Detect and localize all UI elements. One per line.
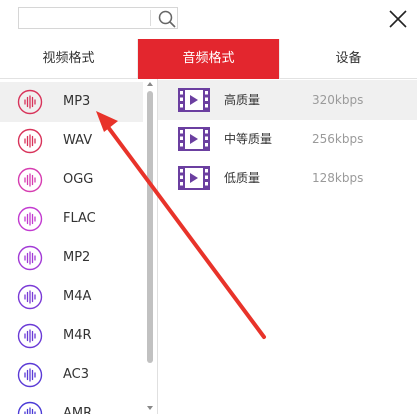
- format-label: MP2: [63, 250, 91, 265]
- scroll-up-arrow-icon[interactable]: [147, 82, 153, 86]
- format-label: OGG: [63, 172, 94, 187]
- audio-wave-icon: [17, 401, 43, 414]
- audio-wave-icon: [17, 167, 43, 193]
- scroll-down-arrow-icon[interactable]: [147, 406, 153, 410]
- audio-wave-icon: [17, 128, 43, 154]
- format-label: MP3: [63, 94, 91, 109]
- format-item-mp3[interactable]: MP3: [0, 82, 143, 122]
- audio-format-list: MP3 WAV OGG FLAC MP2 M4A M4R AC3 AMR: [0, 79, 158, 414]
- quality-item-2[interactable]: 低质量 128kbps: [158, 158, 417, 198]
- quality-item-1[interactable]: 中等质量 256kbps: [158, 119, 417, 159]
- audio-wave-icon: [17, 89, 43, 115]
- quality-item-0[interactable]: 高质量 320kbps: [158, 80, 417, 120]
- audio-wave-icon: [17, 245, 43, 271]
- tab-devices[interactable]: 设备: [279, 39, 417, 79]
- audio-wave-icon: [17, 284, 43, 310]
- tab-video-formats[interactable]: 视频格式: [0, 39, 138, 79]
- format-item-amr[interactable]: AMR: [0, 394, 143, 414]
- format-item-ac3[interactable]: AC3: [0, 355, 143, 395]
- search-divider: [150, 10, 151, 26]
- top-bar: [0, 0, 417, 38]
- format-tabs: 视频格式 音频格式 设备: [0, 39, 417, 79]
- quality-bitrate: 256kbps: [312, 132, 364, 146]
- format-item-ogg[interactable]: OGG: [0, 160, 143, 200]
- format-item-m4a[interactable]: M4A: [0, 277, 143, 317]
- format-item-flac[interactable]: FLAC: [0, 199, 143, 239]
- format-label: AMR: [63, 406, 93, 414]
- format-item-m4r[interactable]: M4R: [0, 316, 143, 356]
- quality-name: 低质量: [224, 171, 261, 185]
- list-scrollbar[interactable]: [145, 79, 156, 414]
- format-label: M4R: [63, 328, 92, 343]
- search-box: [18, 7, 178, 29]
- quality-name: 高质量: [224, 93, 261, 107]
- quality-list: 高质量 320kbps 中等质量 256kbps 低质量 128kbps: [158, 79, 417, 414]
- video-file-icon: [178, 127, 210, 151]
- format-item-mp2[interactable]: MP2: [0, 238, 143, 278]
- video-file-icon: [178, 88, 210, 112]
- audio-wave-icon: [17, 362, 43, 388]
- search-icon[interactable]: [157, 9, 177, 29]
- search-input[interactable]: [20, 9, 153, 27]
- scroll-thumb[interactable]: [147, 91, 153, 363]
- audio-wave-icon: [17, 323, 43, 349]
- format-label: M4A: [63, 289, 92, 304]
- quality-name: 中等质量: [224, 132, 273, 146]
- format-item-wav[interactable]: WAV: [0, 121, 143, 161]
- quality-bitrate: 128kbps: [312, 171, 364, 185]
- audio-wave-icon: [17, 206, 43, 232]
- close-icon[interactable]: [386, 7, 410, 31]
- tab-audio-formats[interactable]: 音频格式: [138, 39, 279, 79]
- format-label: FLAC: [63, 211, 96, 226]
- format-label: WAV: [63, 133, 93, 148]
- quality-bitrate: 320kbps: [312, 93, 364, 107]
- video-file-icon: [178, 166, 210, 190]
- format-label: AC3: [63, 367, 90, 382]
